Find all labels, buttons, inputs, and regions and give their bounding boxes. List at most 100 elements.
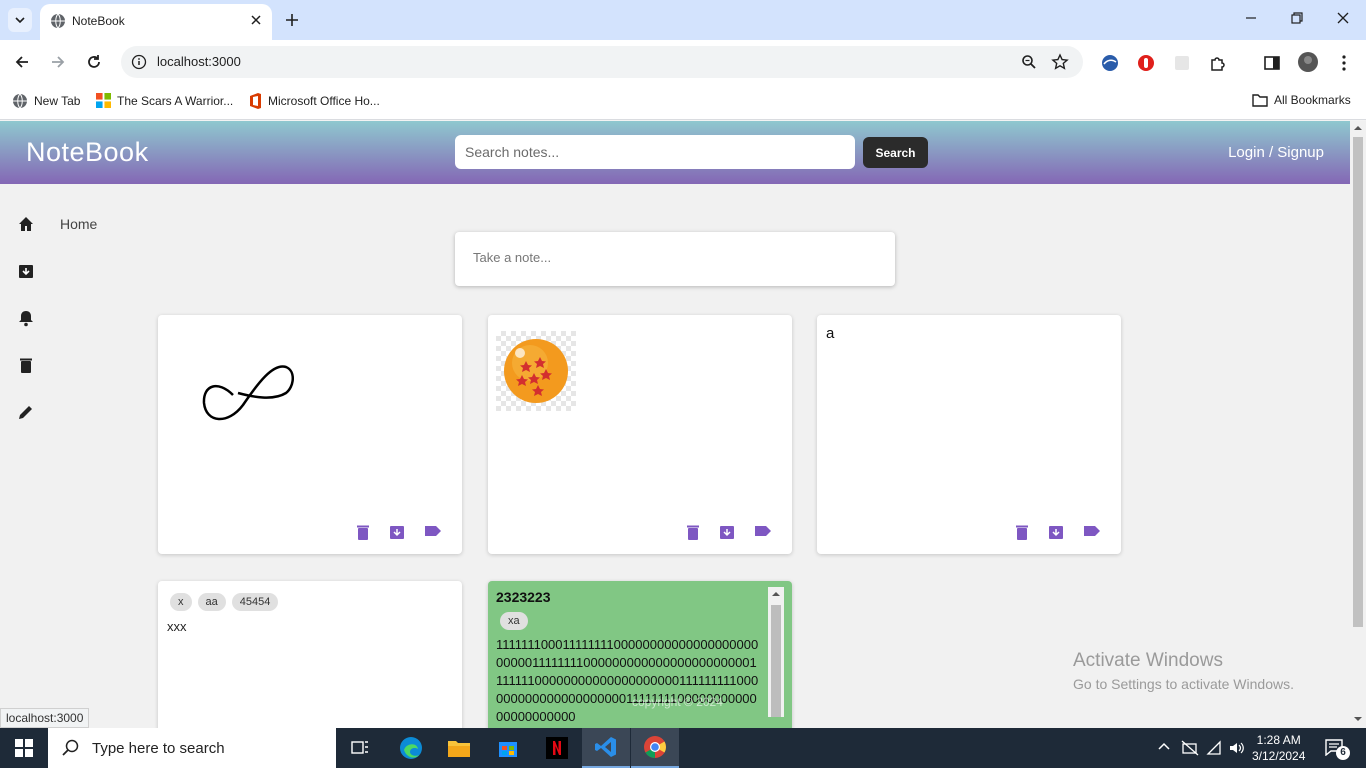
extensions-puzzle-icon[interactable]	[1209, 54, 1227, 72]
windows-taskbar: Type here to search 1:28 AM 3/12/2024 6	[0, 728, 1366, 768]
volume-icon[interactable]	[1228, 740, 1246, 756]
taskbar-search[interactable]: Type here to search	[48, 728, 336, 768]
store-icon	[499, 742, 517, 757]
card-actions	[356, 524, 442, 540]
bookmark-scars[interactable]: The Scars A Warrior...	[96, 93, 233, 108]
edge-app[interactable]	[387, 728, 435, 768]
windows-logo-icon	[15, 739, 33, 757]
home-icon[interactable]	[17, 215, 35, 233]
extension-grid-icon[interactable]	[1173, 54, 1191, 72]
adblock-icon[interactable]	[1137, 54, 1155, 72]
trash-icon[interactable]	[686, 524, 700, 540]
site-info-icon[interactable]	[131, 54, 147, 70]
url-text: localhost:3000	[157, 54, 241, 69]
search-icon	[62, 739, 79, 756]
side-panel-icon[interactable]	[1263, 54, 1281, 72]
take-note-input[interactable]: Take a note...	[455, 232, 895, 286]
search-button[interactable]: Search	[863, 137, 928, 168]
chevron-up-icon[interactable]	[1157, 740, 1171, 754]
notification-count-badge: 6	[1336, 746, 1350, 760]
task-view-icon	[351, 741, 368, 754]
copyright-text: copyright © 2024	[632, 695, 723, 709]
note-text: a	[826, 325, 835, 342]
window-close-icon[interactable]	[1335, 10, 1351, 26]
note-card[interactable]	[488, 315, 792, 554]
note-scrollbar[interactable]	[768, 587, 784, 717]
trash-icon[interactable]	[17, 356, 35, 374]
note-text: xxx	[167, 619, 187, 634]
trash-icon[interactable]	[1015, 524, 1029, 540]
scroll-down-arrow-icon[interactable]	[1350, 712, 1366, 726]
pencil-icon[interactable]	[17, 403, 35, 421]
taskbar-search-placeholder: Type here to search	[92, 739, 225, 757]
netflix-app[interactable]	[533, 728, 581, 768]
search-input[interactable]	[455, 135, 855, 169]
bookmark-label: The Scars A Warrior...	[117, 93, 234, 108]
file-explorer-app[interactable]	[435, 728, 483, 768]
label-chips: x aa 45454	[170, 593, 279, 611]
taskbar-clock[interactable]: 1:28 AM 3/12/2024	[1252, 732, 1305, 764]
login-signup-link[interactable]: Login / Signup	[1228, 144, 1324, 161]
label-chip[interactable]: xa	[500, 612, 528, 630]
bookmarks-bar: New Tab The Scars A Warrior... Microsoft…	[0, 84, 1366, 120]
all-bookmarks-label: All Bookmarks	[1274, 93, 1351, 107]
notification-center-button[interactable]: 6	[1324, 738, 1350, 760]
browser-tab[interactable]: NoteBook	[40, 4, 272, 40]
archive-icon[interactable]	[1048, 524, 1064, 540]
note-card[interactable]: a	[817, 315, 1121, 554]
restore-icon[interactable]	[1289, 10, 1305, 26]
vscode-app[interactable]	[582, 728, 630, 768]
browser-tabbar: NoteBook	[0, 0, 1366, 40]
folder-icon	[448, 741, 470, 757]
scroll-up-arrow-icon[interactable]	[1350, 121, 1366, 135]
edge-icon	[400, 737, 422, 759]
label-icon[interactable]	[754, 524, 772, 538]
bookmark-office[interactable]: Microsoft Office Ho...	[248, 93, 380, 109]
tab-title: NoteBook	[72, 14, 125, 28]
sidebar-item-home[interactable]: Home	[60, 216, 97, 232]
tab-search-button[interactable]	[8, 8, 32, 32]
chrome-app[interactable]	[631, 728, 679, 768]
network-offline-icon[interactable]	[1181, 740, 1199, 756]
bell-icon[interactable]	[17, 309, 35, 327]
zoom-icon[interactable]	[1021, 54, 1037, 70]
label-chip[interactable]: 45454	[231, 593, 279, 611]
scrollbar-thumb[interactable]	[1353, 137, 1363, 627]
microsoft-logo-icon	[96, 93, 111, 108]
task-view-button[interactable]	[336, 728, 384, 768]
archive-icon[interactable]	[17, 262, 35, 280]
new-tab-icon[interactable]	[282, 10, 302, 30]
label-chip[interactable]: aa	[197, 593, 226, 611]
reload-icon[interactable]	[85, 53, 103, 71]
all-bookmarks[interactable]: All Bookmarks	[1252, 93, 1351, 107]
store-app[interactable]	[484, 728, 532, 768]
minimize-icon[interactable]	[1243, 10, 1259, 26]
extension-globe-icon[interactable]	[1101, 54, 1119, 72]
label-chip[interactable]: x	[170, 593, 192, 611]
bookmark-star-icon[interactable]	[1051, 53, 1069, 71]
globe-icon	[13, 93, 27, 109]
brand-logo[interactable]: NoteBook	[26, 137, 149, 168]
profile-avatar-icon[interactable]	[1298, 52, 1318, 72]
page-scrollbar[interactable]	[1350, 121, 1366, 728]
scroll-up-arrow-icon[interactable]	[768, 587, 784, 601]
note-title: 2323223	[496, 589, 551, 605]
address-bar[interactable]: localhost:3000	[121, 46, 1083, 78]
note-card[interactable]: x aa 45454 xxx	[158, 581, 462, 728]
label-icon[interactable]	[424, 524, 442, 538]
archive-icon[interactable]	[719, 524, 735, 540]
close-icon[interactable]	[248, 12, 264, 28]
archive-icon[interactable]	[389, 524, 405, 540]
wifi-icon[interactable]	[1206, 740, 1224, 756]
back-arrow-icon[interactable]	[13, 53, 31, 71]
bookmark-new-tab[interactable]: New Tab	[12, 93, 80, 109]
trash-icon[interactable]	[356, 524, 370, 540]
forward-arrow-icon[interactable]	[49, 53, 67, 71]
label-icon[interactable]	[1083, 524, 1101, 538]
kebab-menu-icon[interactable]	[1336, 54, 1352, 72]
app-header: NoteBook Search Login / Signup	[0, 121, 1350, 184]
chevron-down-icon	[15, 17, 25, 24]
scrollbar-thumb[interactable]	[771, 605, 781, 717]
note-card[interactable]	[158, 315, 462, 554]
start-button[interactable]	[0, 728, 48, 768]
